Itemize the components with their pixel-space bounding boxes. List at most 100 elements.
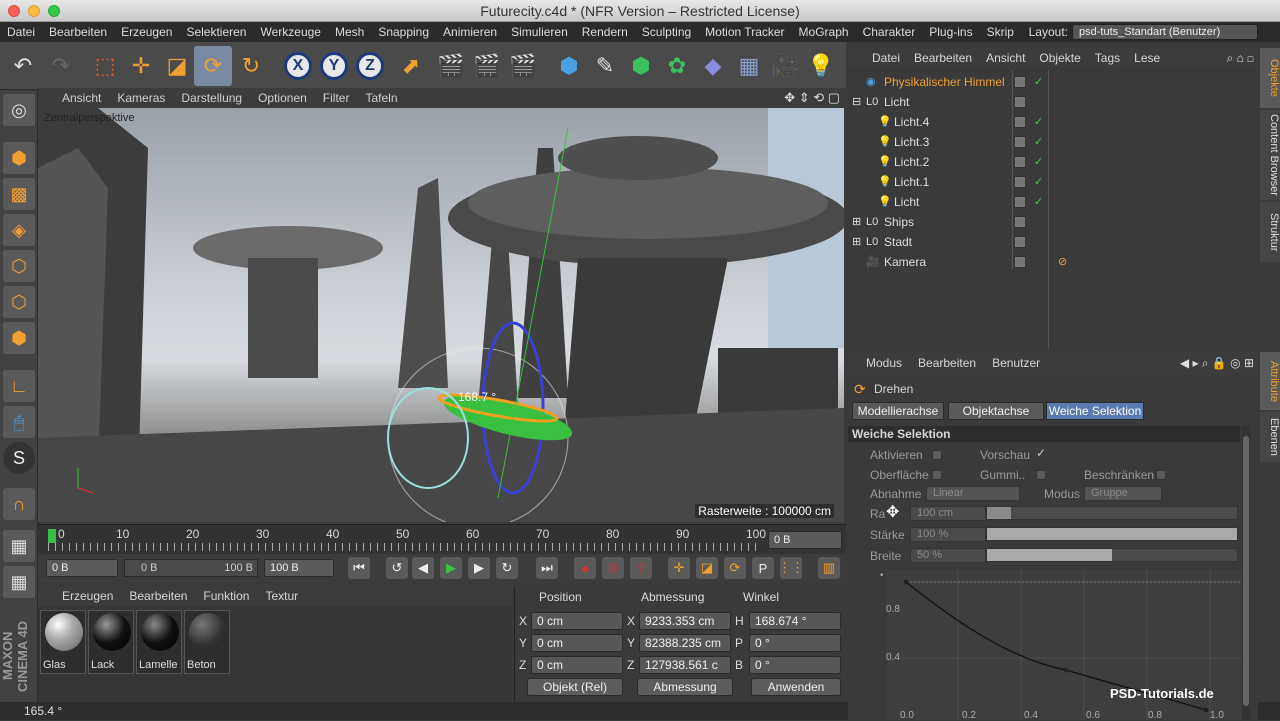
object-row[interactable]: 🎥 Kamera ⊘ (848, 252, 1258, 272)
previous-frame-icon[interactable]: ◀ (412, 557, 434, 579)
coordinate-system-icon[interactable]: ⬈ (392, 46, 430, 86)
staerke-slider[interactable] (986, 527, 1238, 541)
viewport-menu-kameras[interactable]: Kameras (109, 91, 173, 105)
viewport-menu-tafeln[interactable]: Tafeln (357, 91, 405, 105)
menu-plugins[interactable]: Plug-ins (922, 25, 979, 39)
enabled-checkmark[interactable]: ✓ (1034, 155, 1043, 168)
cloner-icon[interactable]: ✿ (658, 46, 696, 86)
rotation-p-field[interactable]: 0 ° (749, 634, 841, 652)
om-menu-tags[interactable]: Tags (1088, 51, 1127, 65)
z-axis-lock-button[interactable]: Z (356, 52, 384, 80)
enabled-checkmark[interactable]: ✓ (1034, 115, 1043, 128)
material-lamelle[interactable]: Lamelle (136, 610, 182, 674)
menu-skript[interactable]: Skrip (980, 25, 1021, 39)
menu-mograph[interactable]: MoGraph (792, 25, 856, 39)
recent-tool-icon[interactable]: ↻ (232, 46, 270, 86)
am-menu-bearbeiten[interactable]: Bearbeiten (910, 356, 984, 370)
play-icon[interactable]: ▶ (440, 557, 462, 579)
rotate-tool-icon[interactable]: ⟳ (194, 46, 232, 86)
record-rotation-icon[interactable]: ⟳ (724, 557, 746, 579)
go-to-start-icon[interactable]: ⏮ (348, 557, 370, 579)
expand-icon[interactable]: ⊞ (852, 216, 864, 228)
menu-charakter[interactable]: Charakter (856, 25, 923, 39)
next-key-icon[interactable]: ↻ (496, 557, 518, 579)
preview-range-slider[interactable]: 0 B 100 B (124, 559, 258, 577)
model-mode-icon[interactable]: ◎ (3, 94, 35, 126)
axis-mode-icon[interactable]: ∟ (3, 370, 35, 402)
radius-slider[interactable] (986, 506, 1238, 520)
object-row[interactable]: 💡 Licht.2 ✓ (848, 152, 1258, 172)
size-x-field[interactable]: 9233.353 cm (639, 612, 731, 630)
scale-tool-icon[interactable]: ◪ (158, 46, 196, 86)
object-row[interactable]: 💡 Licht.3 ✓ (848, 132, 1258, 152)
modus-select[interactable]: Gruppe (1084, 486, 1162, 501)
breite-slider[interactable] (986, 548, 1238, 562)
visibility-tag[interactable] (1014, 236, 1026, 248)
magnet-icon[interactable]: ∩ (3, 488, 35, 520)
snapping-icon[interactable]: S (3, 442, 35, 474)
object-mode-icon[interactable]: ⬢ (3, 142, 35, 174)
visibility-tag[interactable] (1014, 96, 1026, 108)
menu-motion-tracker[interactable]: Motion Tracker (698, 25, 791, 39)
go-to-end-icon[interactable]: ⏭ (536, 557, 558, 579)
enabled-checkmark[interactable]: ✓ (1034, 175, 1043, 188)
gummi-checkbox[interactable] (1036, 470, 1046, 480)
vorschau-checkmark[interactable]: ✓ (1036, 446, 1046, 460)
record-parameter-icon[interactable]: P (752, 557, 774, 579)
x-axis-lock-button[interactable]: X (284, 52, 312, 80)
abnahme-select[interactable]: Linear (926, 486, 1020, 501)
om-menu-bearbeiten[interactable]: Bearbeiten (907, 51, 979, 65)
render-settings-icon[interactable]: 🎬 (504, 46, 542, 86)
points-mode-icon[interactable]: ⬡ (3, 250, 35, 282)
menu-sculpting[interactable]: Sculpting (635, 25, 698, 39)
object-row[interactable]: ⊟ L0 Licht (848, 92, 1258, 112)
menu-erzeugen[interactable]: Erzeugen (114, 25, 179, 39)
om-menu-objekte[interactable]: Objekte (1032, 51, 1087, 65)
apply-button[interactable]: Anwenden (751, 678, 841, 696)
polygons-mode-icon[interactable]: ⬢ (3, 322, 35, 354)
size-y-field[interactable]: 82388.235 cm (639, 634, 731, 652)
size-mode-select[interactable]: Abmessung (637, 678, 733, 696)
staerke-field[interactable]: 100 % (910, 527, 986, 542)
record-position-icon[interactable]: ✛ (668, 557, 690, 579)
menu-animieren[interactable]: Animieren (436, 25, 504, 39)
live-selection-icon[interactable]: ⬚ (86, 46, 124, 86)
menu-bearbeiten[interactable]: Bearbeiten (42, 25, 114, 39)
tweak-mode-icon[interactable]: 🖱 (3, 406, 35, 438)
om-menu-ansicht[interactable]: Ansicht (979, 51, 1032, 65)
material-lack[interactable]: Lack (88, 610, 134, 674)
visibility-tag[interactable] (1014, 216, 1026, 228)
object-row[interactable]: 💡 Licht.4 ✓ (848, 112, 1258, 132)
visibility-tag[interactable] (1014, 76, 1026, 88)
enabled-checkmark[interactable]: ✓ (1034, 75, 1043, 88)
tab-modellierachse[interactable]: Modellierachse (852, 402, 944, 420)
tab-attribute[interactable]: Attribute (1260, 352, 1280, 410)
object-row[interactable]: 💡 Licht ✓ (848, 192, 1258, 212)
viewport-menu-ansicht[interactable]: Ansicht (38, 91, 109, 105)
coordinate-mode-select[interactable]: Objekt (Rel) (527, 678, 623, 696)
tab-weiche-selektion[interactable]: Weiche Selektion (1046, 402, 1144, 420)
visibility-tag[interactable] (1014, 256, 1026, 268)
current-frame-field[interactable]: 0 B (768, 531, 842, 549)
close-window-button[interactable] (8, 5, 20, 17)
record-scale-icon[interactable]: ◪ (696, 557, 718, 579)
tab-objektachse[interactable]: Objektachse (948, 402, 1044, 420)
tab-ebenen[interactable]: Ebenen (1260, 412, 1280, 462)
viewport-menu-filter[interactable]: Filter (315, 91, 358, 105)
tab-struktur[interactable]: Struktur (1260, 202, 1280, 262)
next-frame-icon[interactable]: ▶ (468, 557, 490, 579)
enabled-checkmark[interactable]: ✓ (1034, 135, 1043, 148)
enabled-checkmark[interactable]: ✓ (1034, 195, 1043, 208)
menu-rendern[interactable]: Rendern (575, 25, 635, 39)
floor-object-icon[interactable]: ▦ (730, 46, 768, 86)
tab-objekte[interactable]: Objekte (1260, 48, 1280, 108)
timeline-ruler[interactable]: 0 10 20 30 40 50 60 70 80 90 100 0 B (38, 524, 846, 554)
protection-tag-icon[interactable]: ⊘ (1058, 256, 1070, 268)
edges-mode-icon[interactable]: ⬡ (3, 286, 35, 318)
locked-workplane-icon[interactable]: ▦ (3, 566, 35, 598)
start-frame-field[interactable]: 0 B (46, 559, 118, 577)
previous-key-icon[interactable]: ↺ (386, 557, 408, 579)
viewport-navigation-icons[interactable]: ✥ ⇕ ⟲ ▢ (784, 90, 840, 106)
texture-mode-icon[interactable]: ▩ (3, 178, 35, 210)
viewport-menu-darstellung[interactable]: Darstellung (173, 91, 250, 105)
